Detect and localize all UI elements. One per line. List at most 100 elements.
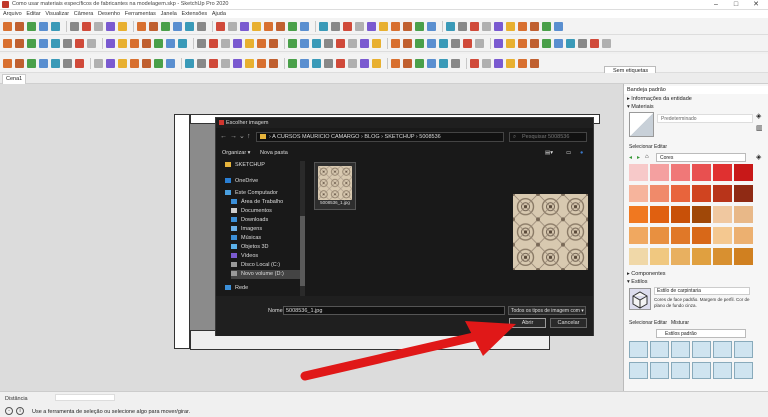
- tool-icon[interactable]: [578, 38, 587, 48]
- tool-icon[interactable]: [118, 58, 127, 68]
- menu-desenho[interactable]: Desenho: [98, 10, 120, 18]
- tool-icon[interactable]: [245, 58, 254, 68]
- nav-item-new-volume-d[interactable]: Novo volume (D:): [231, 270, 303, 279]
- menu-janela[interactable]: Janela: [161, 10, 177, 18]
- tool-icon[interactable]: [458, 21, 467, 31]
- tool-icon[interactable]: [391, 58, 400, 68]
- menu-extensoes[interactable]: Extensões: [181, 10, 207, 18]
- tool-icon[interactable]: [245, 38, 254, 48]
- material-swatch[interactable]: [734, 164, 753, 181]
- tool-icon[interactable]: [75, 58, 84, 68]
- material-swatch[interactable]: [671, 227, 690, 244]
- tool-icon[interactable]: [554, 38, 563, 48]
- nav-item-local-disk-c[interactable]: Disco Local (C:): [231, 261, 280, 270]
- styles-panel-header[interactable]: ▾ Estilos: [624, 278, 768, 286]
- tool-icon[interactable]: [590, 38, 599, 48]
- tool-icon[interactable]: [506, 58, 515, 68]
- menu-visualizar[interactable]: Visualizar: [45, 10, 69, 18]
- style-tab-select[interactable]: Selecionar: [629, 320, 653, 326]
- tool-icon[interactable]: [130, 38, 139, 48]
- tool-icon[interactable]: [300, 38, 309, 48]
- tool-icon[interactable]: [27, 21, 36, 31]
- tool-icon[interactable]: [15, 58, 24, 68]
- path-segment[interactable]: SKETCHUP: [385, 134, 415, 140]
- tool-icon[interactable]: [221, 58, 230, 68]
- recent-chevron-icon[interactable]: ⌄: [239, 133, 245, 141]
- tool-icon[interactable]: [233, 38, 242, 48]
- material-swatch[interactable]: [650, 185, 669, 202]
- tool-icon[interactable]: [3, 58, 12, 68]
- tool-icon[interactable]: [185, 21, 194, 31]
- tool-icon[interactable]: [530, 58, 539, 68]
- path-segment[interactable]: BLOG: [364, 134, 379, 140]
- tool-icon[interactable]: [197, 21, 206, 31]
- tool-icon[interactable]: [209, 58, 218, 68]
- tool-icon[interactable]: [494, 21, 503, 31]
- material-swatch[interactable]: [629, 227, 648, 244]
- material-swatch[interactable]: [650, 248, 669, 265]
- tool-icon[interactable]: [106, 58, 115, 68]
- tool-icon[interactable]: [463, 38, 472, 48]
- tool-icon[interactable]: [142, 58, 151, 68]
- tool-icon[interactable]: [240, 21, 249, 31]
- material-swatch[interactable]: [734, 206, 753, 223]
- menu-editar[interactable]: Editar: [26, 10, 40, 18]
- tool-icon[interactable]: [506, 21, 515, 31]
- style-tab-edit[interactable]: Editar: [654, 320, 667, 326]
- style-thumbnail[interactable]: [650, 341, 669, 358]
- tool-icon[interactable]: [403, 58, 412, 68]
- tool-icon[interactable]: [482, 21, 491, 31]
- tool-icon[interactable]: [312, 58, 321, 68]
- info-icon[interactable]: i: [16, 407, 24, 415]
- style-thumbnail[interactable]: [713, 362, 732, 379]
- materials-panel-header[interactable]: ▾ Materiais: [624, 103, 768, 111]
- tool-icon[interactable]: [257, 58, 266, 68]
- tool-icon[interactable]: [331, 21, 340, 31]
- tool-icon[interactable]: [518, 38, 527, 48]
- tool-icon[interactable]: [63, 58, 72, 68]
- file-type-select[interactable]: Todos os tipos de imagem com ▾: [508, 306, 586, 315]
- help-icon[interactable]: ●: [580, 150, 583, 156]
- tool-icon[interactable]: [252, 21, 261, 31]
- material-swatch[interactable]: [629, 164, 648, 181]
- tool-icon[interactable]: [372, 58, 381, 68]
- scrollbar-thumb[interactable]: [300, 216, 305, 286]
- tool-icon[interactable]: [554, 21, 563, 31]
- tab-cena1[interactable]: Cena1: [2, 74, 27, 84]
- tool-icon[interactable]: [39, 38, 48, 48]
- tool-icon[interactable]: [475, 38, 484, 48]
- style-thumbnail[interactable]: [734, 341, 753, 358]
- tool-icon[interactable]: [367, 21, 376, 31]
- paint-bucket-icon[interactable]: ▥: [756, 124, 763, 132]
- style-thumbnail[interactable]: [671, 341, 690, 358]
- style-tab-mix[interactable]: Misturar: [671, 320, 689, 326]
- tool-icon[interactable]: [288, 21, 297, 31]
- tool-icon[interactable]: [3, 38, 12, 48]
- up-arrow-icon[interactable]: ↑: [247, 133, 251, 141]
- tool-icon[interactable]: [15, 21, 24, 31]
- tool-icon[interactable]: [324, 58, 333, 68]
- tool-icon[interactable]: [518, 21, 527, 31]
- style-thumbnail[interactable]: [650, 362, 669, 379]
- tool-icon[interactable]: [403, 21, 412, 31]
- material-swatch[interactable]: [650, 227, 669, 244]
- tool-icon[interactable]: [264, 21, 273, 31]
- material-swatch[interactable]: [692, 185, 711, 202]
- material-swatch[interactable]: [713, 185, 732, 202]
- tool-icon[interactable]: [178, 38, 187, 48]
- tool-icon[interactable]: [51, 38, 60, 48]
- style-thumbnail[interactable]: [629, 362, 648, 379]
- tool-icon[interactable]: [566, 38, 575, 48]
- nav-item-pictures[interactable]: Imagens: [231, 225, 262, 234]
- tool-icon[interactable]: [324, 38, 333, 48]
- style-name-field[interactable]: Estilo de carpintaria: [654, 287, 750, 295]
- tool-icon[interactable]: [269, 38, 278, 48]
- material-swatch[interactable]: [692, 248, 711, 265]
- tool-icon[interactable]: [518, 58, 527, 68]
- material-swatch[interactable]: [629, 185, 648, 202]
- tool-icon[interactable]: [276, 21, 285, 31]
- material-swatch[interactable]: [734, 248, 753, 265]
- tool-icon[interactable]: [173, 21, 182, 31]
- material-swatch[interactable]: [734, 185, 753, 202]
- tool-icon[interactable]: [427, 58, 436, 68]
